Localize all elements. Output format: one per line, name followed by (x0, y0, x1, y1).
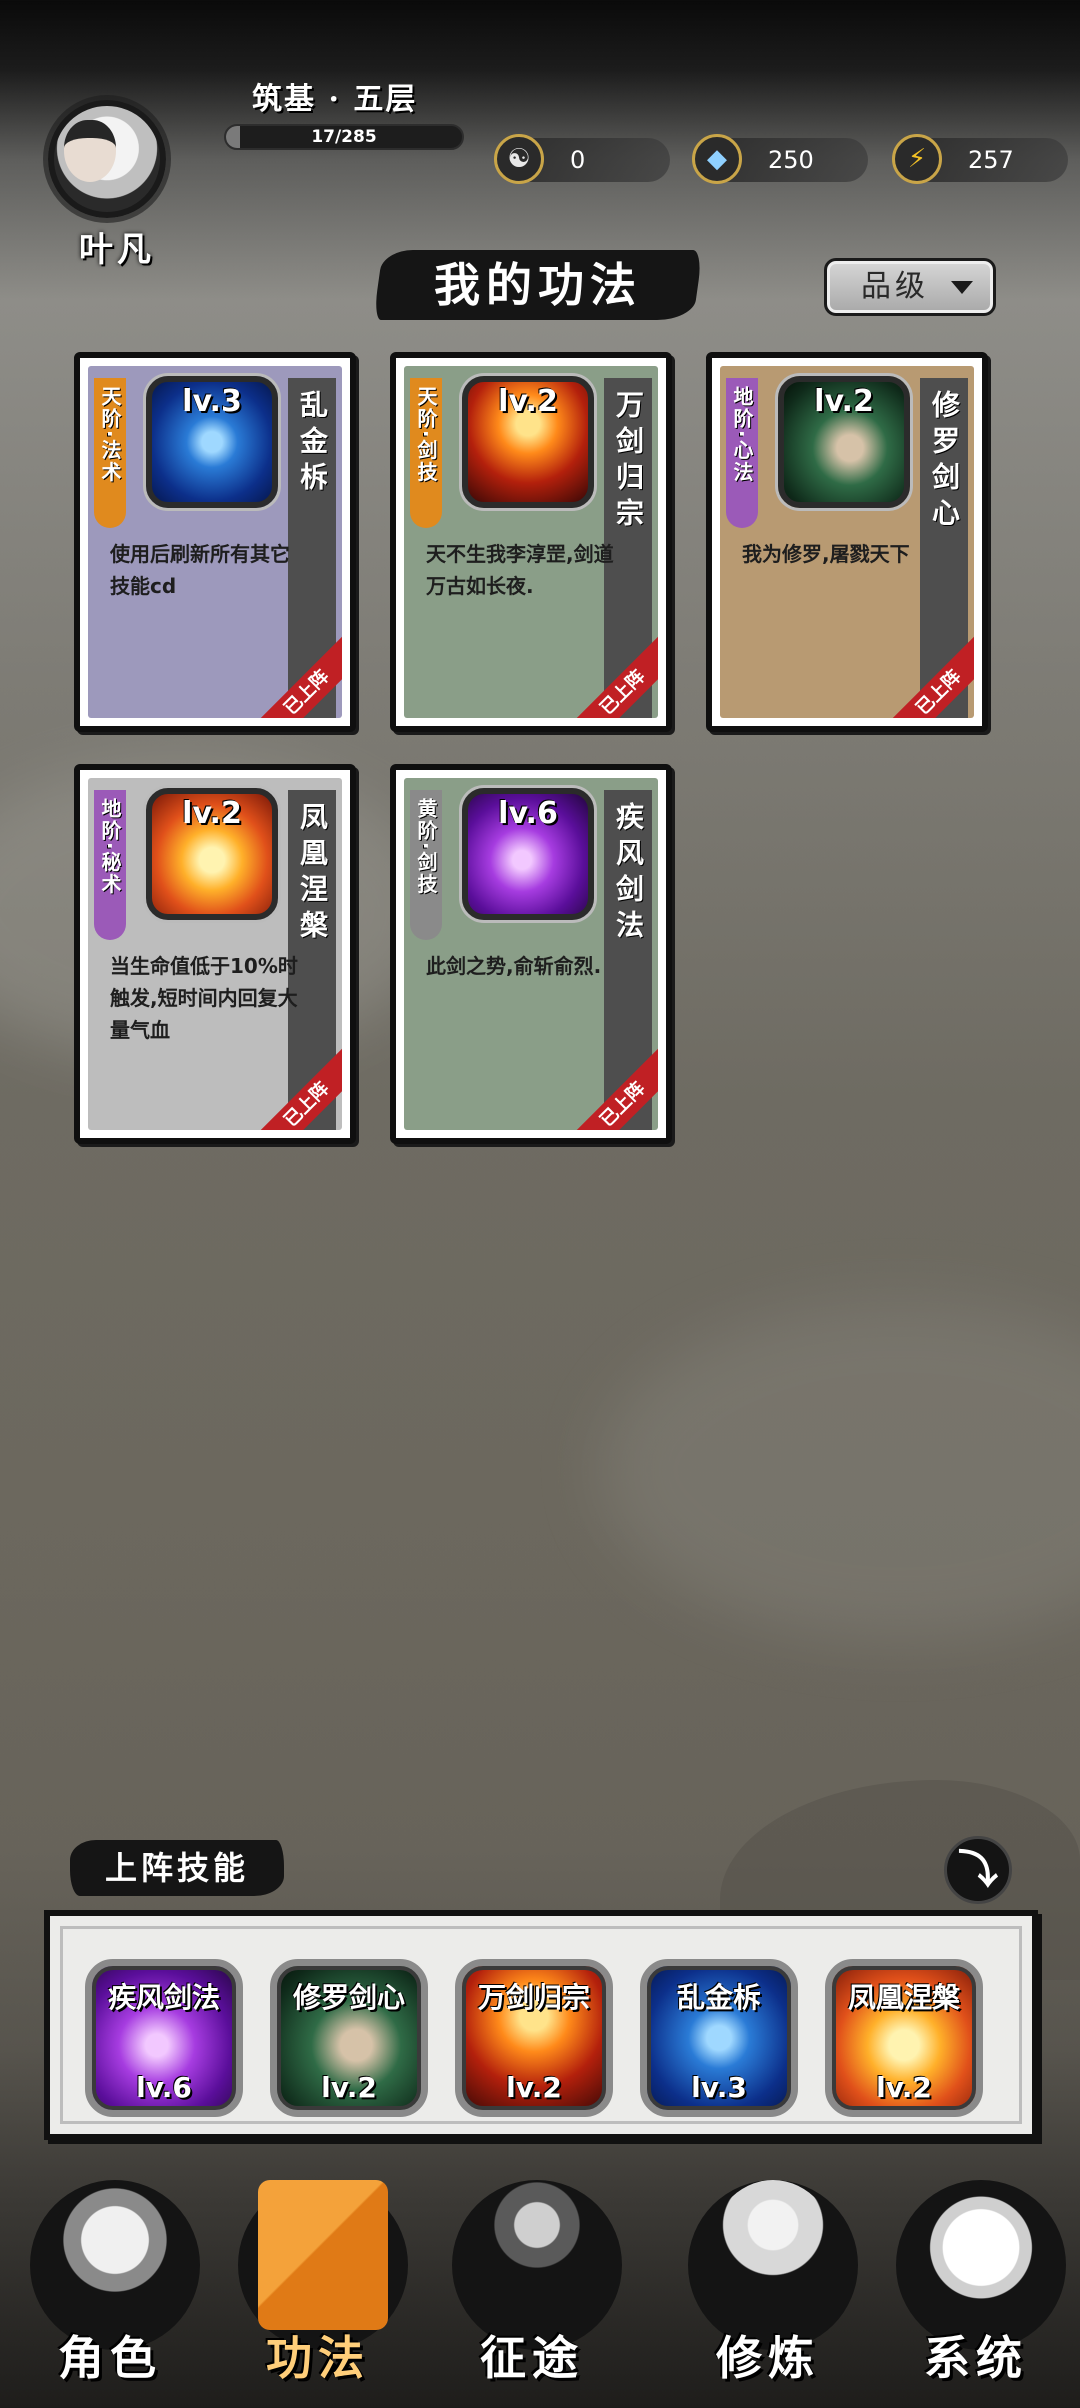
skill-card-body: 地阶·心法 lv.2 修罗剑心 我为修罗,屠戮天下 已上阵 (720, 366, 974, 718)
skill-level: lv.2 (814, 384, 874, 419)
skill-icon: lv.3 (146, 376, 278, 508)
equipped-skills-title: 上阵技能 (104, 1849, 249, 1887)
nav-label: 征途 (480, 2331, 584, 2385)
cultivation-realm: 筑基 · 五层 (252, 82, 418, 117)
sort-label: 品级 (861, 269, 929, 304)
skill-description: 此剑之势,俞斩俞烈. (426, 954, 602, 978)
lightning-icon: ⚡ (892, 134, 942, 184)
slot-skill-level: lv.2 (876, 2071, 932, 2104)
spirit-stone-icon: ◆ (692, 134, 742, 184)
tier-ribbon: 地阶·心法 (726, 378, 758, 528)
equipped-skill-slot[interactable]: 疾风剑法 lv.6 (85, 1959, 243, 2117)
skill-tier: 天阶·法术 (98, 386, 122, 484)
equipped-skill-slot[interactable]: 万剑归宗 lv.2 (455, 1959, 613, 2117)
skill-tier: 地阶·秘术 (98, 798, 122, 896)
resource-yin-yang[interactable]: ☯ 0 (494, 134, 670, 184)
equipped-skills-panel: 疾风剑法 lv.6 修罗剑心 lv.2 万剑归宗 lv.2 乱金柝 lv.3 凤… (44, 1910, 1038, 2140)
equipped-skill-slot[interactable]: 乱金柝 lv.3 (640, 1959, 798, 2117)
sort-by-grade-button[interactable]: 品级 (824, 258, 996, 316)
skill-card[interactable]: 天阶·法术 lv.3 乱金柝 使用后刷新所有其它技能cd 已上阵 (74, 352, 356, 732)
equipped-skill-slot[interactable]: 修罗剑心 lv.2 (270, 1959, 428, 2117)
page-title: 我的功法 (434, 258, 642, 312)
slot-skill-name: 万剑归宗 (477, 1981, 590, 2014)
nav-label: 修炼 (716, 2331, 820, 2385)
skill-card-body: 天阶·法术 lv.3 乱金柝 使用后刷新所有其它技能cd 已上阵 (88, 366, 342, 718)
collapse-arrow-icon[interactable]: ⤵ (944, 1836, 1012, 1904)
skill-description: 天不生我李淳罡,剑道万古如长夜. (426, 542, 614, 598)
slot-skill-level: lv.2 (321, 2071, 377, 2104)
skill-card[interactable]: 地阶·心法 lv.2 修罗剑心 我为修罗,屠戮天下 已上阵 (706, 352, 988, 732)
skill-tier: 地阶·心法 (730, 386, 754, 484)
sword-emblem-icon (472, 2180, 602, 2330)
resource-value: 257 (968, 146, 1014, 174)
skill-description: 当生命值低于10%时触发,短时间内回复大量气血 (110, 954, 298, 1042)
skill-icon: lv.2 (146, 788, 278, 920)
meditation-icon (708, 2180, 838, 2330)
skill-card-body: 天阶·剑技 lv.2 万剑归宗 天不生我李淳罡,剑道万古如长夜. 已上阵 (404, 366, 658, 718)
skill-card-body: 黄阶·剑技 lv.6 疾风剑法 此剑之势,俞斩俞烈. 已上阵 (404, 778, 658, 1130)
skill-level: lv.3 (182, 384, 242, 419)
skill-card[interactable]: 黄阶·剑技 lv.6 疾风剑法 此剑之势,俞斩俞烈. 已上阵 (390, 764, 672, 1144)
resource-spirit-stone[interactable]: ◆ 250 (692, 134, 868, 184)
equipped-skill-slot[interactable]: 凤凰涅槃 lv.2 (825, 1959, 983, 2117)
skill-icon: lv.2 (778, 376, 910, 508)
nav-label: 系统 (924, 2331, 1028, 2385)
xp-text: 17/285 (311, 127, 377, 147)
nav-label: 功法 (266, 2331, 370, 2385)
skill-description: 我为修罗,屠戮天下 (742, 542, 910, 566)
nav-label: 角色 (58, 2331, 162, 2385)
mist-decoration (600, 1300, 1080, 1640)
nav-system[interactable]: 系统 (876, 2140, 1076, 2408)
skill-card[interactable]: 天阶·剑技 lv.2 万剑归宗 天不生我李淳罡,剑道万古如长夜. 已上阵 (390, 352, 672, 732)
tier-ribbon: 天阶·剑技 (410, 378, 442, 528)
caret-down-icon (951, 281, 973, 294)
slot-skill-level: lv.3 (691, 2071, 747, 2104)
tier-ribbon: 地阶·秘术 (94, 790, 126, 940)
nav-journey[interactable]: 征途 (432, 2140, 632, 2408)
mascot-icon (916, 2180, 1046, 2330)
player-name: 叶凡 (79, 230, 155, 270)
skill-level: lv.2 (498, 384, 558, 419)
tier-ribbon: 黄阶·剑技 (410, 790, 442, 940)
avatar-portrait (64, 120, 116, 182)
slot-skill-level: lv.2 (506, 2071, 562, 2104)
nav-character[interactable]: 角色 (10, 2140, 210, 2408)
tier-ribbon: 天阶·法术 (94, 378, 126, 528)
yin-yang-icon: ☯ (494, 134, 544, 184)
hooded-figure-icon (50, 2180, 180, 2330)
slot-skill-name: 疾风剑法 (107, 1981, 220, 2014)
skill-card-body: 地阶·秘术 lv.2 凤凰涅槃 当生命值低于10%时触发,短时间内回复大量气血 … (88, 778, 342, 1130)
player-avatar[interactable] (30, 92, 180, 242)
skill-icon: lv.6 (462, 788, 594, 920)
slot-skill-name: 修罗剑心 (292, 1981, 405, 2014)
resource-value: 250 (768, 146, 814, 174)
scroll-book-icon (258, 2180, 388, 2330)
skill-icon: lv.2 (462, 376, 594, 508)
resource-energy[interactable]: ⚡ 257 (892, 134, 1068, 184)
skill-tier: 天阶·剑技 (414, 386, 438, 484)
slot-skill-name: 凤凰涅槃 (847, 1981, 960, 2014)
nav-skills[interactable]: 功法 (218, 2140, 418, 2408)
skill-description: 使用后刷新所有其它技能cd (110, 542, 290, 598)
skill-card[interactable]: 地阶·秘术 lv.2 凤凰涅槃 当生命值低于10%时触发,短时间内回复大量气血 … (74, 764, 356, 1144)
skill-level: lv.6 (498, 796, 558, 831)
skill-level: lv.2 (182, 796, 242, 831)
resource-value: 0 (570, 146, 586, 174)
slot-skill-level: lv.6 (136, 2071, 192, 2104)
slot-skill-name: 乱金柝 (676, 1981, 761, 2014)
xp-progress-bar: 17/285 (224, 124, 464, 150)
skill-tier: 黄阶·剑技 (414, 798, 438, 896)
nav-cultivate[interactable]: 修炼 (668, 2140, 868, 2408)
